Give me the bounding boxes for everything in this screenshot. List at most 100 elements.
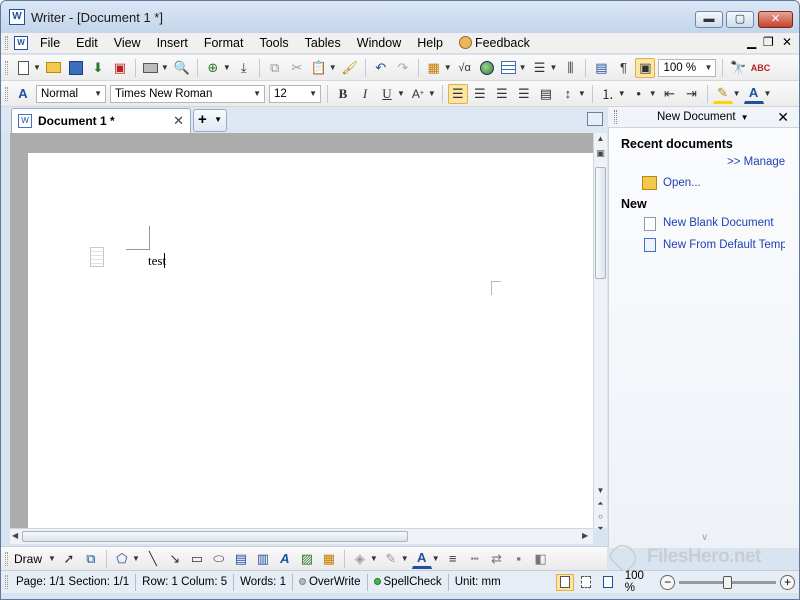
menu-file[interactable]: File bbox=[32, 34, 68, 53]
scroll-left-icon[interactable]: ◀ bbox=[12, 531, 18, 540]
zoom-select[interactable]: 100 % ▼ bbox=[658, 58, 717, 77]
line-style-button[interactable]: ≡ bbox=[443, 549, 463, 569]
select-objects-button[interactable]: ➚ bbox=[59, 549, 79, 569]
menu-tables[interactable]: Tables bbox=[297, 34, 349, 53]
print-button[interactable] bbox=[141, 58, 161, 78]
arrow-tool-button[interactable]: ↘ bbox=[165, 549, 185, 569]
shapes-button[interactable]: ⬠ bbox=[112, 549, 132, 569]
align-right-button[interactable]: ☰ bbox=[492, 84, 512, 104]
task-pane-title[interactable]: New Document ▼ bbox=[657, 111, 749, 123]
word-count-status[interactable]: Words: 1 bbox=[234, 573, 293, 591]
previous-page-icon[interactable]: ⏶ bbox=[594, 498, 607, 510]
numbering-button[interactable]: ⒈ bbox=[598, 84, 618, 104]
font-color-button[interactable]: A bbox=[743, 84, 764, 104]
font-name-select[interactable]: Times New Roman ▼ bbox=[110, 84, 265, 103]
paste-dropdown-icon[interactable]: ▼ bbox=[329, 63, 337, 72]
scroll-down-icon[interactable]: ▼ bbox=[594, 485, 607, 497]
draw-font-color-button[interactable]: A bbox=[411, 549, 432, 569]
maximize-button[interactable]: ▢ bbox=[726, 11, 754, 28]
document-text[interactable]: test bbox=[148, 253, 166, 269]
columns-dropdown-icon[interactable]: ▼ bbox=[550, 63, 558, 72]
horizontal-scroll-thumb[interactable] bbox=[22, 531, 408, 542]
dash-style-button[interactable]: ┅ bbox=[465, 549, 485, 569]
fill-dropdown-icon[interactable]: ▼ bbox=[370, 554, 378, 563]
navigator-button[interactable]: ▤ bbox=[591, 58, 611, 78]
insert-chart-button[interactable]: ▦ bbox=[319, 549, 339, 569]
writer-app-icon[interactable]: W bbox=[9, 9, 25, 25]
wordart-button[interactable]: A bbox=[275, 549, 295, 569]
vertical-scroll-thumb[interactable] bbox=[595, 167, 606, 279]
menu-edit[interactable]: Edit bbox=[68, 34, 106, 53]
hyperlink-button[interactable] bbox=[477, 58, 497, 78]
undo-button[interactable]: ↶ bbox=[371, 58, 391, 78]
line-spacing-button[interactable]: ↕ bbox=[558, 84, 578, 104]
task-pane-grip[interactable] bbox=[614, 110, 617, 124]
line-color-dropdown-icon[interactable]: ▼ bbox=[401, 554, 409, 563]
page-break-button[interactable]: ⤓ bbox=[234, 58, 254, 78]
spellcheck-toggle[interactable]: SpellCheck bbox=[368, 573, 449, 591]
fill-color-button[interactable]: ◈ bbox=[350, 549, 370, 569]
print-preview-button[interactable]: 🔍 bbox=[172, 58, 192, 78]
mdi-close-button[interactable]: ✕ bbox=[782, 35, 792, 49]
bullets-dropdown-icon[interactable]: ▼ bbox=[649, 89, 657, 98]
document-menu-icon[interactable]: W bbox=[14, 36, 28, 50]
document-canvas[interactable]: test bbox=[10, 133, 593, 528]
align-center-button[interactable]: ☰ bbox=[470, 84, 490, 104]
zoom-percent[interactable]: 100 % bbox=[625, 570, 657, 594]
menu-insert[interactable]: Insert bbox=[149, 34, 196, 53]
group-button[interactable]: ⧉ bbox=[81, 549, 101, 569]
page-settings-icon[interactable]: ▣ bbox=[594, 147, 607, 159]
styles-button[interactable]: A bbox=[13, 84, 33, 104]
menu-window[interactable]: Window bbox=[349, 34, 409, 53]
bold-button[interactable]: B bbox=[333, 84, 353, 104]
italic-button[interactable]: I bbox=[355, 84, 375, 104]
line-spacing-dropdown-icon[interactable]: ▼ bbox=[578, 89, 586, 98]
menu-help[interactable]: Help bbox=[409, 34, 451, 53]
browse-object-icon[interactable]: ○ bbox=[594, 511, 607, 523]
calculator-button[interactable]: ▦ bbox=[424, 58, 444, 78]
line-color-button[interactable]: ✎ bbox=[381, 549, 401, 569]
insert-picture-button[interactable]: ▨ bbox=[297, 549, 317, 569]
columns-button[interactable]: ☰ bbox=[530, 58, 550, 78]
font-color-dropdown-icon[interactable]: ▼ bbox=[764, 89, 772, 98]
underline-dropdown-icon[interactable]: ▼ bbox=[397, 89, 405, 98]
page-view-mode-button[interactable] bbox=[556, 573, 574, 591]
close-tab-icon[interactable]: ✕ bbox=[173, 113, 184, 129]
scroll-up-icon[interactable]: ▲ bbox=[594, 133, 607, 145]
format-painter-button[interactable]: 🖌 bbox=[340, 58, 360, 78]
highlight-dropdown-icon[interactable]: ▼ bbox=[733, 89, 741, 98]
export-pdf-button[interactable]: ▣ bbox=[110, 58, 130, 78]
ruler-button[interactable]: ⫼ bbox=[560, 58, 580, 78]
draw-dropdown-icon[interactable]: ▼ bbox=[48, 554, 56, 563]
paste-button[interactable]: 📋 bbox=[309, 58, 329, 78]
save-as-button[interactable]: ⬇ bbox=[88, 58, 108, 78]
new-from-template-link[interactable]: New From Default Template bbox=[663, 239, 785, 251]
increase-indent-button[interactable]: ⇥ bbox=[682, 84, 702, 104]
3d-button[interactable]: ◧ bbox=[531, 549, 551, 569]
shapes-dropdown-icon[interactable]: ▼ bbox=[132, 554, 140, 563]
horizontal-scrollbar[interactable]: ◀ ▶ bbox=[10, 528, 593, 544]
superscript-dropdown-icon[interactable]: ▼ bbox=[428, 89, 436, 98]
text-box-button[interactable]: ▤ bbox=[231, 549, 251, 569]
shadow-button[interactable]: ▪ bbox=[509, 549, 529, 569]
new-document-button[interactable] bbox=[13, 58, 33, 78]
highlight-button[interactable]: ✎ bbox=[712, 84, 733, 104]
zoom-in-button[interactable]: + bbox=[780, 574, 795, 590]
numbering-dropdown-icon[interactable]: ▼ bbox=[618, 89, 626, 98]
redo-button[interactable]: ↷ bbox=[393, 58, 413, 78]
print-dropdown-icon[interactable]: ▼ bbox=[161, 63, 169, 72]
insert-page-button[interactable]: ⊕ bbox=[203, 58, 223, 78]
zoom-out-button[interactable]: − bbox=[660, 574, 676, 590]
align-left-button[interactable]: ☰ bbox=[447, 83, 468, 104]
manage-link[interactable]: >> Manage bbox=[727, 156, 785, 168]
justify-button[interactable]: ☰ bbox=[514, 84, 534, 104]
copy-button[interactable]: ⧉ bbox=[265, 58, 285, 78]
new-tab-button[interactable]: + ▼ bbox=[193, 109, 227, 132]
tab-layout-icon[interactable] bbox=[587, 112, 603, 126]
distributed-button[interactable]: ▤ bbox=[536, 84, 556, 104]
save-button[interactable] bbox=[66, 58, 86, 78]
scroll-right-icon[interactable]: ▶ bbox=[582, 531, 588, 540]
formatting-marks-button[interactable]: ¶ bbox=[613, 58, 633, 78]
insert-page-dropdown-icon[interactable]: ▼ bbox=[223, 63, 231, 72]
menu-view[interactable]: View bbox=[106, 34, 149, 53]
